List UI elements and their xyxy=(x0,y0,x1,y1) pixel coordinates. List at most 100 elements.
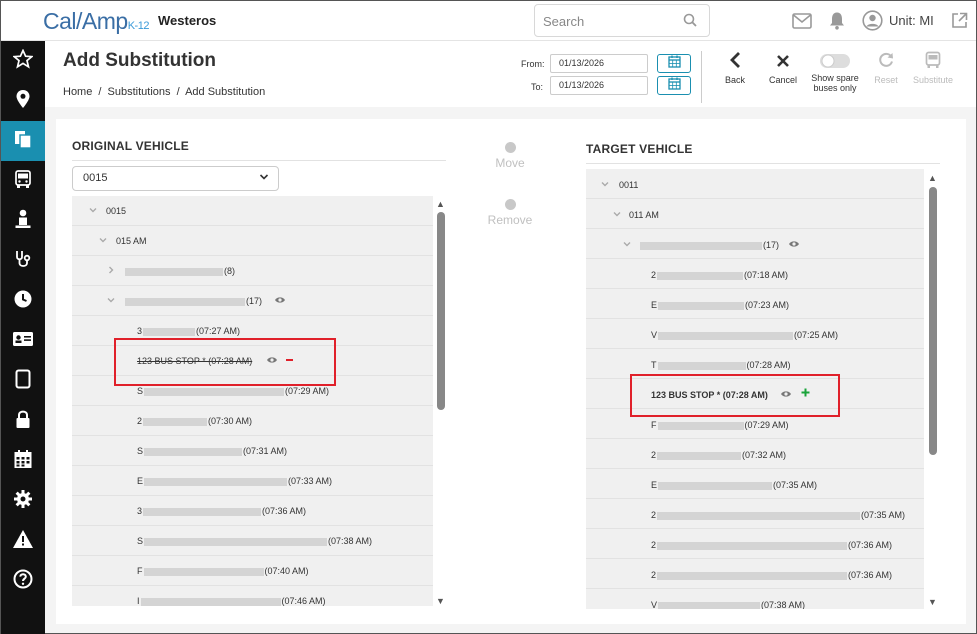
row-time: (07:25 AM) xyxy=(794,330,839,340)
map-pin-icon xyxy=(15,89,31,114)
move-button[interactable]: Move xyxy=(475,142,545,170)
search-icon[interactable] xyxy=(683,13,697,32)
tree-row-vehicle[interactable]: 0015 xyxy=(72,196,433,226)
substitute-button[interactable]: Substitute xyxy=(908,51,958,85)
tree-row-stop[interactable]: 2 (07:36 AM) xyxy=(586,559,924,589)
tree-row-stop[interactable]: V (07:38 AM) xyxy=(586,589,924,609)
row-time: (07:36 AM) xyxy=(848,540,893,550)
help-icon xyxy=(13,569,33,594)
sidebar-item-students[interactable] xyxy=(1,201,45,241)
calendar-icon xyxy=(13,449,33,474)
tree-row-stop[interactable]: 2 (07:36 AM) xyxy=(586,529,924,559)
cancel-button[interactable]: Cancel xyxy=(765,51,801,85)
search-input[interactable] xyxy=(543,12,673,30)
row-prefix: F xyxy=(137,566,143,576)
scroll-down-arrow[interactable]: ▼ xyxy=(436,596,445,606)
breadcrumb-substitutions[interactable]: Substitutions xyxy=(108,86,171,98)
mail-icon[interactable] xyxy=(792,13,812,34)
scroll-down-arrow[interactable]: ▼ xyxy=(928,597,937,607)
eye-icon[interactable] xyxy=(788,239,800,251)
tree-row-run[interactable]: (8) xyxy=(72,256,433,286)
from-date-input[interactable]: 01/13/2026 xyxy=(550,54,648,73)
row-prefix: E xyxy=(137,476,144,486)
breadcrumb-home[interactable]: Home xyxy=(63,86,92,98)
sidebar-item-time[interactable] xyxy=(1,281,45,321)
sidebar-item-favorites[interactable] xyxy=(1,41,45,81)
scroll-up-arrow[interactable]: ▲ xyxy=(928,173,937,183)
from-calendar-button[interactable] xyxy=(657,54,691,73)
gear-icon xyxy=(13,489,33,514)
chevron-down-icon[interactable] xyxy=(106,295,116,307)
tree-row-stop[interactable]: 2 (07:32 AM) xyxy=(586,439,924,469)
row-time: (07:35 AM) xyxy=(861,510,906,520)
tree-row-stop[interactable]: V (07:25 AM) xyxy=(586,319,924,349)
top-bar: Cal/AmpK-12 Westeros Unit: MI xyxy=(1,1,976,41)
row-count: (17) xyxy=(763,240,780,250)
user-avatar-icon[interactable] xyxy=(862,10,883,36)
sidebar-item-calendar[interactable] xyxy=(1,441,45,481)
tree-row-route[interactable]: 011 AM xyxy=(586,199,924,229)
row-text: 011 AM xyxy=(629,210,659,220)
row-time: (07:28 AM) xyxy=(746,360,791,370)
sidebar-item-documents[interactable] xyxy=(1,121,45,161)
unit-label[interactable]: Unit: MI xyxy=(889,13,934,28)
sidebar-item-health[interactable] xyxy=(1,241,45,281)
tree-row-stop[interactable]: E (07:23 AM) xyxy=(586,289,924,319)
chevron-down-icon[interactable] xyxy=(622,239,632,251)
documents-icon xyxy=(13,129,33,154)
tree-row-stop[interactable]: F (07:40 AM) xyxy=(72,556,433,586)
tree-row-stop[interactable]: 2 (07:30 AM) xyxy=(72,406,433,436)
original-scrollbar[interactable] xyxy=(437,212,445,410)
toggle-switch[interactable] xyxy=(819,54,851,71)
tree-row-stop[interactable]: I (07:46 AM) xyxy=(72,586,433,606)
tree-row-run[interactable]: (17) xyxy=(586,229,924,259)
back-button[interactable]: Back xyxy=(718,51,752,85)
tree-row-stop[interactable]: 2 (07:18 AM) xyxy=(586,259,924,289)
sidebar-item-security[interactable] xyxy=(1,401,45,441)
tree-row-stop[interactable]: E (07:35 AM) xyxy=(586,469,924,499)
calamp-logo[interactable]: Cal/AmpK-12 xyxy=(43,8,149,35)
tree-row-vehicle[interactable]: 0011 xyxy=(586,169,924,199)
redacted-text xyxy=(658,301,745,310)
spare-buses-toggle[interactable]: Show spare buses only xyxy=(809,51,861,93)
redacted-text xyxy=(125,297,245,306)
sidebar-item-settings[interactable] xyxy=(1,481,45,521)
sidebar-item-bus[interactable] xyxy=(1,161,45,201)
row-prefix: 2 xyxy=(651,510,657,520)
tree-row-run[interactable]: (17) xyxy=(72,286,433,316)
to-calendar-button[interactable] xyxy=(657,76,691,95)
bell-icon[interactable] xyxy=(828,11,846,35)
row-time: (07:29 AM) xyxy=(744,420,789,430)
chevron-down-icon[interactable] xyxy=(600,179,610,191)
to-date-input[interactable]: 01/13/2026 xyxy=(550,76,648,95)
chevron-right-icon[interactable] xyxy=(106,265,116,277)
target-scrollbar[interactable] xyxy=(929,187,937,455)
breadcrumb-separator: / xyxy=(98,86,102,98)
row-time: (07:38 AM) xyxy=(761,600,806,609)
tree-row-route[interactable]: 015 AM xyxy=(72,226,433,256)
sidebar-item-id-cards[interactable] xyxy=(1,321,45,361)
redacted-text xyxy=(657,271,744,280)
scroll-up-arrow[interactable]: ▲ xyxy=(436,199,445,209)
tree-row-stop[interactable]: 2 (07:35 AM) xyxy=(586,499,924,529)
chevron-down-icon[interactable] xyxy=(612,209,622,221)
sidebar-item-help[interactable] xyxy=(1,561,45,601)
tree-row-stop[interactable]: E (07:33 AM) xyxy=(72,466,433,496)
redacted-text xyxy=(144,477,288,486)
tree-row-stop[interactable]: 3 (07:36 AM) xyxy=(72,496,433,526)
remove-button[interactable]: Remove xyxy=(475,199,545,227)
original-vehicle-select[interactable]: 0015 xyxy=(72,166,279,191)
redacted-text xyxy=(658,331,794,340)
sidebar-item-map[interactable] xyxy=(1,81,45,121)
sidebar-item-tablet[interactable] xyxy=(1,361,45,401)
reset-button[interactable]: Reset xyxy=(869,51,903,85)
tree-row-stop[interactable]: S (07:31 AM) xyxy=(72,436,433,466)
tree-row-stop[interactable]: S (07:38 AM) xyxy=(72,526,433,556)
sidebar-item-alerts[interactable] xyxy=(1,521,45,561)
chevron-down-icon[interactable] xyxy=(88,205,98,217)
row-time: (07:30 AM) xyxy=(208,416,253,426)
logo-text: Cal/Amp xyxy=(43,8,128,34)
external-link-icon[interactable] xyxy=(951,12,968,34)
eye-icon[interactable] xyxy=(274,295,286,307)
chevron-down-icon[interactable] xyxy=(98,235,108,247)
